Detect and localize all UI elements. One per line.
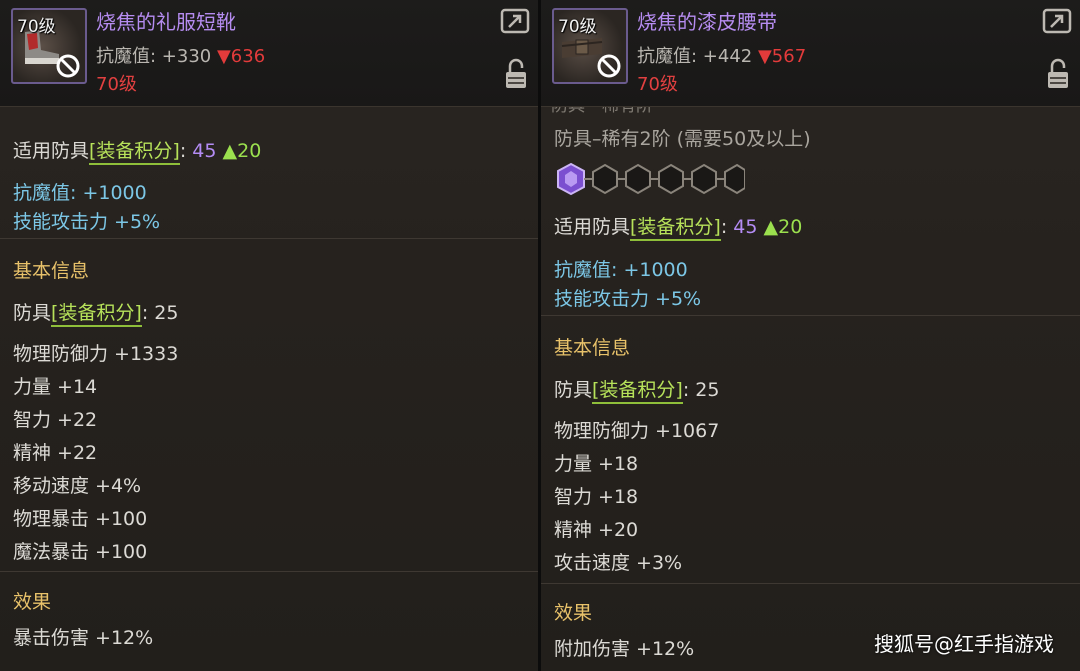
armor-score-row: 防具[装备积分]: 25 [554,375,720,404]
bonus-skill-attack: 技能攻击力 +5% [13,211,161,233]
lock-icon[interactable] [504,58,528,90]
fit-score: 45 [733,216,758,238]
fit-prefix: 适用防具 [554,216,631,238]
effect-line: 暴击伤害 +12% [13,627,154,649]
armor-score: : 25 [141,302,179,324]
item-level-tag: 70级 [17,17,56,37]
score-tag[interactable]: [装备积分] [51,302,142,327]
divider [0,238,538,239]
fit-score-up: ▲20 [763,216,803,238]
resist-label: 抗魔值: +330 [96,46,212,67]
stat-line: 力量 +18 [554,453,639,475]
divider [0,571,538,572]
stat-line: 物理防御力 +1067 [554,420,720,442]
gem-socket-icon [691,163,717,195]
required-level: 70级 [96,74,137,95]
resist-down: ▼636 [216,46,266,67]
armor-prefix: 防具 [554,379,593,401]
stat-line: 魔法暴击 +100 [13,541,148,563]
stat-line: 智力 +22 [13,409,98,431]
required-level: 70级 [637,74,678,95]
stat-line: 智力 +18 [554,486,639,508]
armor-prefix: 防具 [13,302,52,324]
forbidden-icon [56,54,80,78]
item-tooltip-right: 防具－稀有阶 70级 烧焦的漆皮腰带 抗魔值: +442 ▼567 70级 防具… [541,0,1080,671]
fit-prefix: 适用防具 [13,140,90,162]
stat-line: 物理防御力 +1333 [13,343,179,365]
stat-line: 精神 +22 [13,442,98,464]
fit-armor-row: 适用防具[装备积分]: 45 ▲20 [554,212,803,241]
section-basic-info: 基本信息 [554,337,631,359]
fit-score-up: ▲20 [222,140,262,162]
score-tag[interactable]: [装备积分] [592,379,683,404]
fit-score: 45 [192,140,217,162]
gem-socket-icon [592,163,618,195]
resist-label: 抗魔值: +442 [637,46,753,67]
section-effect: 效果 [13,591,52,613]
resist-row: 抗魔值: +330 ▼636 [96,42,265,68]
bonus-resist: 抗魔值: +1000 [13,182,147,204]
item-level-tag: 70级 [558,17,597,37]
bonus-resist: 抗魔值: +1000 [554,259,688,281]
gem-socket-row [557,162,745,196]
stat-line: 攻击速度 +3% [554,552,683,574]
fit-armor-row: 适用防具[装备积分]: 45 ▲20 [13,136,262,165]
item-title: 烧焦的礼服短靴 [96,10,236,34]
forbidden-icon [597,54,621,78]
watermark-text: 搜狐号@红手指游戏 [874,632,1054,656]
divider [541,315,1080,316]
grade-text: 防具–稀有2阶 (需要50及以上) [554,128,811,150]
resist-row: 抗魔值: +442 ▼567 [637,42,806,68]
fit-colon: : [179,140,187,162]
divider [541,583,1080,584]
resist-down: ▼567 [757,46,807,67]
share-icon[interactable] [1042,8,1072,34]
armor-score-row: 防具[装备积分]: 25 [13,298,179,327]
effect-line: 附加伤害 +12% [554,638,695,660]
lock-icon[interactable] [1046,58,1070,90]
item-icon[interactable]: 70级 [552,8,628,84]
stat-line: 精神 +20 [554,519,639,541]
section-effect: 效果 [554,602,593,624]
tooltip-header: 70级 烧焦的漆皮腰带 抗魔值: +442 ▼567 70级 [541,0,1080,107]
gem-socket-icon [658,163,684,195]
item-tooltip-left: 70级 烧焦的礼服短靴 抗魔值: +330 ▼636 70级 适用防具[装备积分… [0,0,538,671]
gem-socket-icon [724,163,745,195]
stat-line: 力量 +14 [13,376,98,398]
section-basic-info: 基本信息 [13,260,90,282]
score-tag[interactable]: [装备积分] [630,216,721,241]
share-icon[interactable] [500,8,530,34]
fit-colon: : [720,216,728,238]
stat-line: 物理暴击 +100 [13,508,148,530]
tooltip-header: 70级 烧焦的礼服短靴 抗魔值: +330 ▼636 70级 [0,0,538,107]
item-title: 烧焦的漆皮腰带 [637,10,777,34]
bonus-skill-attack: 技能攻击力 +5% [554,288,702,310]
gem-socket-icon [625,163,651,195]
score-tag[interactable]: [装备积分] [89,140,180,165]
armor-score: : 25 [682,379,720,401]
item-icon[interactable]: 70级 [11,8,87,84]
stat-line: 移动速度 +4% [13,475,142,497]
